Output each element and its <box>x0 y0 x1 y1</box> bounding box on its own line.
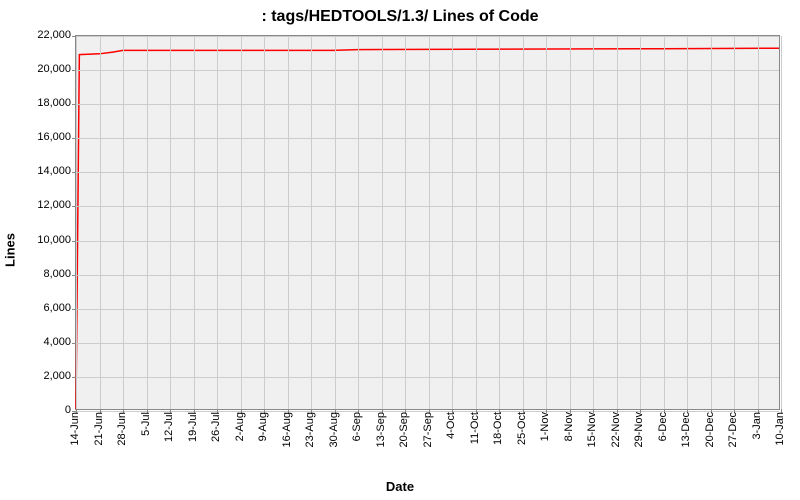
grid-line <box>781 36 782 409</box>
grid-line <box>617 36 618 409</box>
x-tick-label: 1-Nov <box>539 412 551 441</box>
grid-line <box>640 36 641 409</box>
x-tick-label: 6-Sep <box>351 412 363 441</box>
x-tick-label: 5-Jul <box>140 412 152 436</box>
grid-line <box>76 377 779 378</box>
grid-line <box>593 36 594 409</box>
grid-line <box>76 36 77 409</box>
grid-line <box>523 36 524 409</box>
grid-line <box>170 36 171 409</box>
x-tick-label: 25-Oct <box>516 412 528 445</box>
x-tick-label: 21-Jun <box>93 412 105 446</box>
grid-line <box>382 36 383 409</box>
x-tick-label: 18-Oct <box>492 412 504 445</box>
grid-line <box>147 36 148 409</box>
x-tick-label: 8-Nov <box>563 412 575 441</box>
y-tick-label: 16,000 <box>37 131 71 143</box>
x-tick-label: 20-Dec <box>704 412 716 447</box>
grid-line <box>76 206 779 207</box>
x-tick-label: 30-Aug <box>328 412 340 447</box>
y-axis-label: Lines <box>3 233 18 267</box>
y-tick-label: 4,000 <box>43 336 71 348</box>
x-tick-label: 20-Sep <box>398 412 410 447</box>
grid-line <box>76 172 779 173</box>
grid-line <box>76 309 779 310</box>
y-tick-label: 18,000 <box>37 97 71 109</box>
grid-line <box>687 36 688 409</box>
x-tick-label: 16-Aug <box>281 412 293 447</box>
grid-line <box>429 36 430 409</box>
grid-line <box>76 138 779 139</box>
grid-line <box>76 104 779 105</box>
line-series <box>76 36 779 409</box>
x-tick-label: 11-Oct <box>469 412 481 444</box>
grid-line <box>288 36 289 409</box>
x-tick-label: 3-Jan <box>751 412 763 440</box>
x-tick-label: 4-Oct <box>445 412 457 439</box>
x-tick-label: 2-Aug <box>234 412 246 441</box>
grid-line <box>123 36 124 409</box>
x-axis-label: Date <box>386 479 414 494</box>
x-tick-label: 23-Aug <box>304 412 316 447</box>
grid-line <box>241 36 242 409</box>
y-tick-label: 12,000 <box>37 199 71 211</box>
y-tick-label: 2,000 <box>43 370 71 382</box>
x-tick-label: 14-Jun <box>69 412 81 446</box>
chart-title: : tags/HEDTOOLS/1.3/ Lines of Code <box>0 0 800 26</box>
grid-line <box>711 36 712 409</box>
x-tick-label: 27-Sep <box>422 412 434 447</box>
grid-line <box>452 36 453 409</box>
grid-line <box>335 36 336 409</box>
grid-line <box>405 36 406 409</box>
grid-line <box>358 36 359 409</box>
x-tick-label: 19-Jul <box>187 412 199 442</box>
grid-line <box>264 36 265 409</box>
x-tick-label: 15-Nov <box>586 412 598 447</box>
x-tick-label: 6-Dec <box>657 412 669 441</box>
grid-line <box>76 241 779 242</box>
grid-line <box>734 36 735 409</box>
y-tick-label: 20,000 <box>37 63 71 75</box>
x-tick-label: 22-Nov <box>610 412 622 447</box>
grid-line <box>100 36 101 409</box>
y-tick-label: 8,000 <box>43 268 71 280</box>
y-tick-label: 22,000 <box>37 29 71 41</box>
grid-line <box>664 36 665 409</box>
y-tick-label: 6,000 <box>43 302 71 314</box>
grid-line <box>476 36 477 409</box>
x-tick-label: 13-Dec <box>680 412 692 447</box>
x-tick-label: 26-Jul <box>210 412 222 442</box>
grid-line <box>570 36 571 409</box>
grid-line <box>76 70 779 71</box>
x-tick-label: 29-Nov <box>633 412 645 447</box>
grid-line <box>217 36 218 409</box>
grid-line <box>76 275 779 276</box>
plot-area <box>75 35 780 410</box>
y-tick-label: 14,000 <box>37 165 71 177</box>
grid-line <box>311 36 312 409</box>
y-tick-label: 10,000 <box>37 234 71 246</box>
x-tick-label: 13-Sep <box>375 412 387 447</box>
grid-line <box>758 36 759 409</box>
x-tick-label: 9-Aug <box>257 412 269 441</box>
grid-line <box>194 36 195 409</box>
x-tick-label: 27-Dec <box>727 412 739 447</box>
grid-line <box>546 36 547 409</box>
x-tick-label: 12-Jul <box>163 412 175 442</box>
grid-line <box>499 36 500 409</box>
grid-line <box>76 343 779 344</box>
x-tick-label: 28-Jun <box>116 412 128 446</box>
grid-line <box>76 36 779 37</box>
x-tick-label: 10-Jan <box>774 412 786 446</box>
